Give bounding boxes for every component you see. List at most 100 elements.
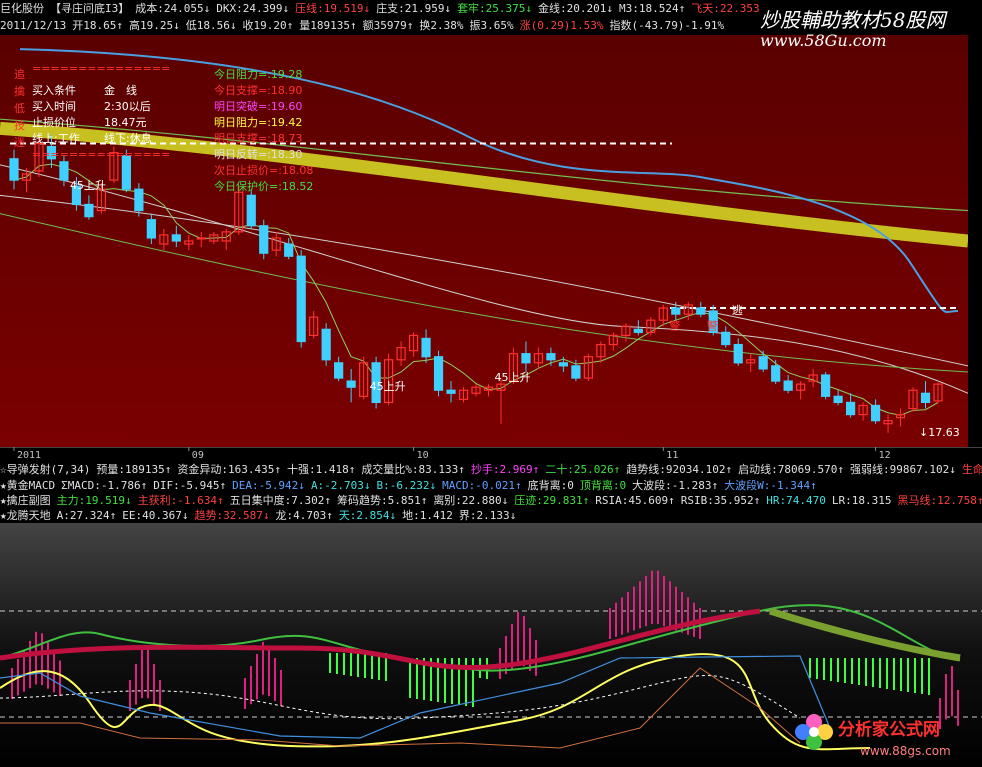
header-row2-item: 额35979↑ (362, 19, 414, 32)
signal-label: 45上升 (370, 380, 406, 393)
header-row2-item: 开18.65↑ (72, 19, 123, 32)
rule-value: 18.47元 (104, 116, 147, 129)
indicators-0-item: 启动线:78069.570↑ (738, 463, 844, 476)
price-level: 明日支撑=:18.73 (214, 132, 303, 145)
candle-body (433, 356, 444, 391)
side-mark: 技 (14, 119, 25, 132)
axis-tick-label: 11 (666, 450, 678, 460)
indicators-3-item: 地:1.412 (402, 509, 453, 522)
candle-body (870, 404, 881, 422)
indicator-bar-macd[interactable]: ★黄金MACD ΣMACD:-1.786↑ DIF:-5.945↑ DEA:-5.94… (0, 477, 982, 493)
rule-value: 2:30以后 (104, 100, 151, 113)
indicators-3-item: 天:2.854↓ (338, 509, 397, 522)
axis-tick-label: 2011 (17, 450, 41, 460)
indicators-2-item: 主力:19.519↓ (56, 494, 132, 507)
indicators-3-item: ★龙腾天地 (0, 509, 51, 522)
candle-body (845, 401, 856, 416)
signal-label: 警 (669, 318, 680, 332)
side-mark: 低 (14, 102, 25, 115)
indicator-bar-dragon[interactable]: ★龙腾天地 A:27.324↑ EE:40.367↓ 趋势:32.587↓ 龙:4.70… (0, 507, 982, 523)
indicators-1-item: ★黄金MACD (0, 479, 56, 492)
indicators-3-item: 趋势:32.587↓ (194, 509, 270, 522)
indicators-2-item: 离别:22.880↓ (433, 494, 509, 507)
rule-label: 止损价位 (32, 116, 76, 129)
candle-body (546, 353, 556, 361)
indicators-0-item: 抄手:2.969↑ (470, 463, 540, 476)
price-level: 明日阻力=:19.42 (214, 116, 303, 129)
axis-tick-label: 12 (879, 450, 891, 460)
indicators-0-item: 二十:25.026↑ (545, 463, 621, 476)
header-row1-item: 飞天:22.353 (691, 2, 760, 15)
indicators-2-item: 主获利:-1.634↑ (137, 494, 224, 507)
header-row1-item: 成本:24.055↓ (135, 2, 211, 15)
indicators-0-item: 强弱线:99867.102↓ (849, 463, 956, 476)
indicators-3-item: A:27.324↑ (56, 509, 117, 522)
indicators-1-item: ΣMACD:-1.786↑ (61, 479, 148, 492)
candle-body (284, 243, 294, 257)
header-row2-item: 低18.56↓ (185, 19, 237, 32)
indicators-0-item: 生命线 (961, 463, 982, 476)
rule-value: 金 线 (104, 84, 137, 97)
footer-watermark-url: www.88gs.com (860, 744, 951, 758)
header-row2-item: 高19.25↓ (128, 19, 180, 32)
indicators-1-item: 大波段W:-1.344↑ (724, 479, 817, 492)
rule-label: 线上:工作 (32, 132, 80, 145)
side-mark: 追 (14, 68, 25, 81)
indicators-1-item: 顶背离:0 (579, 479, 627, 492)
header-row2-item: 2011/12/13 (0, 19, 67, 32)
candle-body (171, 234, 181, 242)
indicators-2-item: 五日集中度:7.302↑ (229, 494, 331, 507)
price-level: 今日保护价=:18.52 (214, 180, 314, 193)
price-level: 今日阻力=:19.28 (214, 68, 303, 81)
footer-watermark-title: 分析家公式网 (838, 720, 940, 740)
indicators-2-item: HR:74.470 (766, 494, 826, 507)
header-row1-item: 巨化股份 (0, 2, 44, 15)
candle-body (146, 219, 156, 239)
candle-body (920, 392, 931, 404)
header-row2-item: 指数(-43.79)-1.91% (609, 19, 725, 32)
signal-label: 警 (707, 318, 718, 332)
indicators-2-item: RSIA:45.609↑ (595, 494, 675, 507)
header-row2-item: 换2.38% (419, 19, 464, 32)
indicators-2-item: 筹码趋势:5.851↑ (336, 494, 428, 507)
indicator-bar-banker[interactable]: ★擒庄副图 主力:19.519↓ 主获利:-1.634↑ 五日集中度:7.302↑ 筹码… (0, 492, 982, 508)
watermark-url: www.58Gu.com (760, 31, 887, 50)
indicator-bar-missile[interactable]: ☆导弹发射(7,34) 预量:189135↑ 资金异动:163.435↑ 十强:1.4… (0, 461, 982, 477)
candle-body (296, 255, 306, 343)
indicators-1-item: B:-6.232↓ (376, 479, 437, 492)
indicators-1-item: A:-2.703↓ (310, 479, 371, 492)
header-row2-item: 涨(0.29)1.53% (519, 19, 604, 32)
candle-body (558, 362, 569, 367)
indicators-0-item: 资金异动:163.435↑ (177, 463, 281, 476)
candle-body (334, 362, 344, 379)
indicators-0-item: ☆导弹发射(7,34) (0, 463, 91, 476)
header-row1-item: 金线:20.201↓ (538, 2, 614, 15)
candle-body (671, 307, 681, 315)
candle-body (771, 365, 781, 382)
indicators-1-item: MACD:-0.021↑ (442, 479, 522, 492)
indicators-2-item: ★擒庄副图 (0, 494, 51, 507)
indicators-3-item: 界:2.133↓ (458, 509, 517, 522)
candle-body (833, 395, 843, 404)
candle-body (446, 389, 456, 394)
indicators-0-item: 成交量比%:83.133↑ (361, 463, 465, 476)
header-row1-item: 庄支:21.959↓ (376, 2, 452, 15)
candle-body (421, 337, 431, 358)
divider: =============== (32, 148, 171, 161)
candle-body (633, 328, 643, 333)
candle-body (259, 225, 269, 254)
signal-label: ↓17.63 (919, 426, 960, 439)
indicators-3-item: 龙:4.703↑ (275, 509, 333, 522)
candle-body (196, 237, 206, 240)
indicators-0-item: 十强:1.418↑ (286, 463, 356, 476)
indicators-0-item: 预量:189135↑ (96, 463, 172, 476)
candle-body (758, 356, 768, 370)
candle-body (521, 353, 531, 364)
indicators-2-item: 黑马线:12.758↑ (897, 494, 982, 507)
flower-logo-icon (795, 714, 833, 750)
indicators-0-item: 趋势线:92034.102↑ (626, 463, 733, 476)
side-mark: 擒 (14, 85, 25, 98)
signal-label: 45上升 (494, 371, 530, 384)
axis-tick-label: 09 (192, 450, 204, 460)
date-axis: 2011 09 10 11 12 (0, 447, 982, 460)
